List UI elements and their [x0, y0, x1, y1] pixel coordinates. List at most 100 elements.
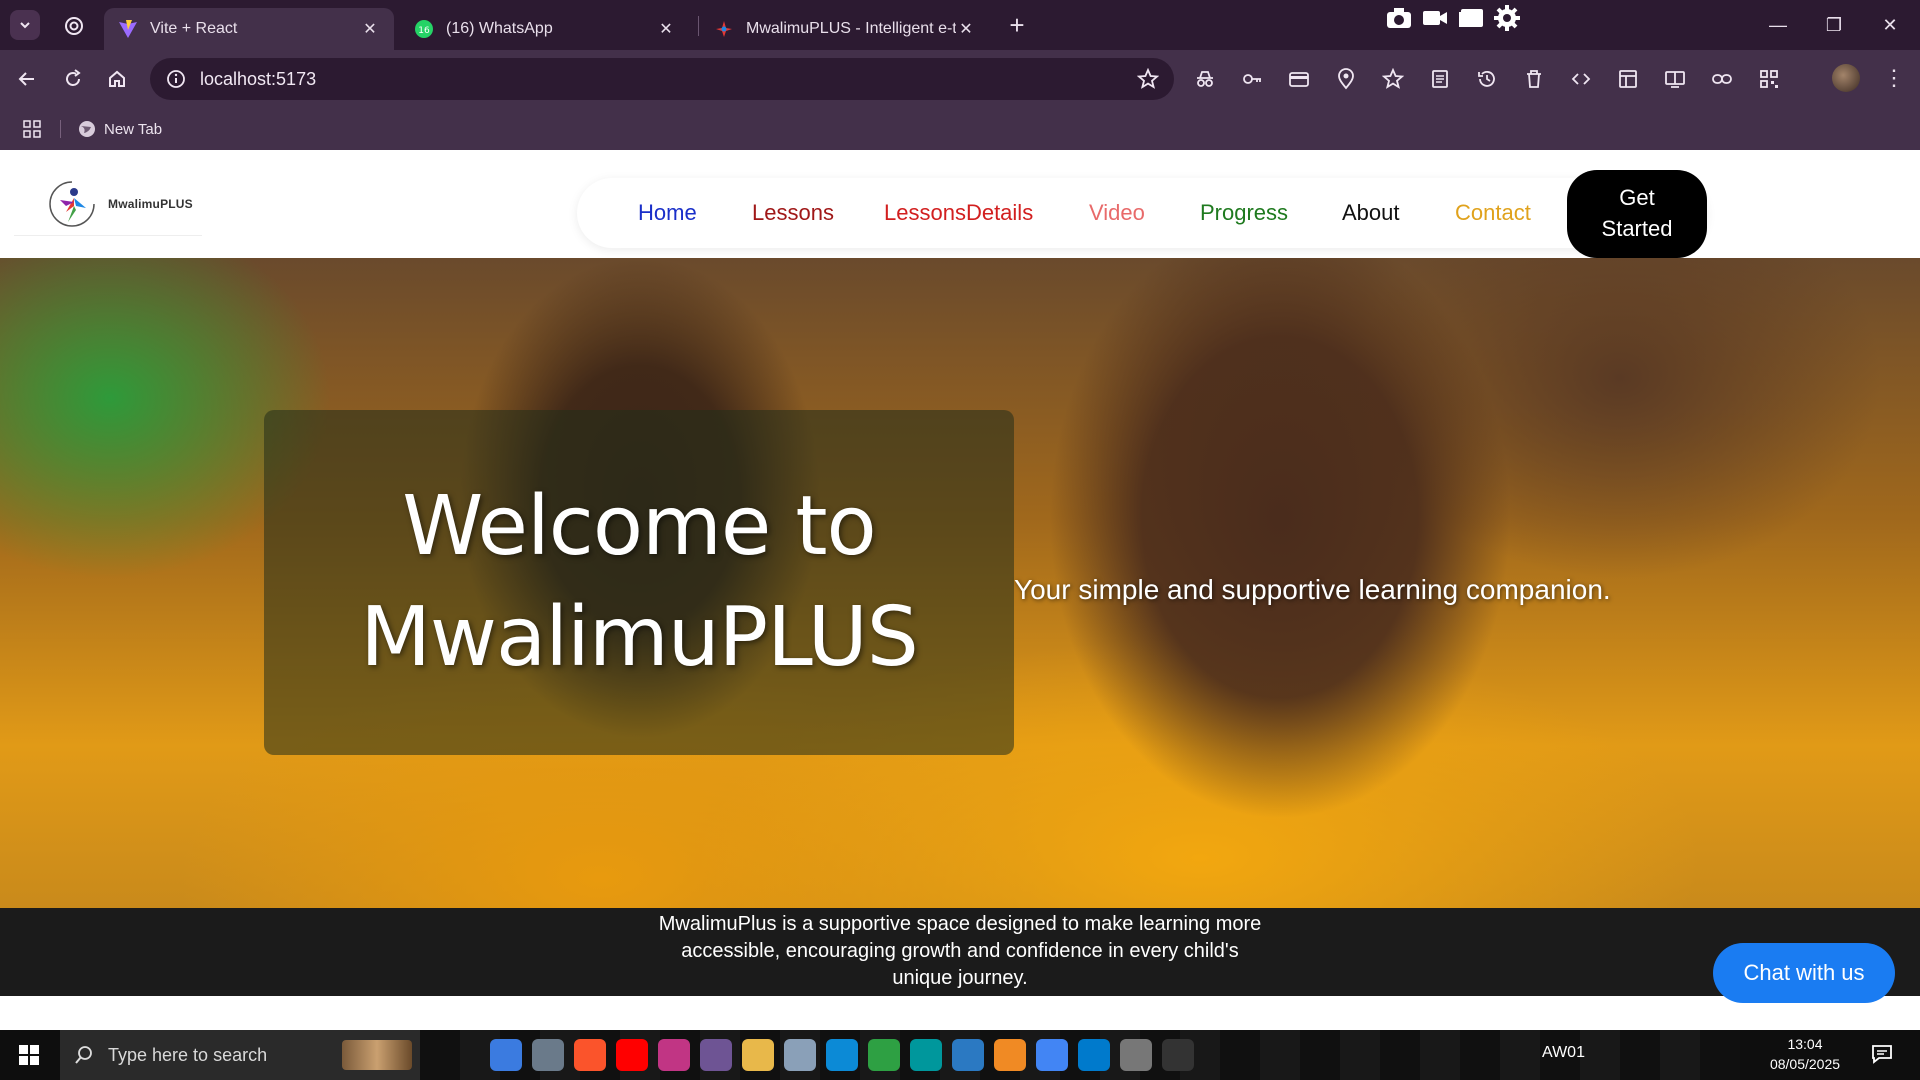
- nav-contact[interactable]: Contact: [1455, 200, 1531, 226]
- site-logo[interactable]: MwalimuPLUS: [14, 172, 202, 236]
- whatsapp-badge: 16: [418, 26, 430, 36]
- vlc-icon[interactable]: [994, 1039, 1026, 1071]
- history-icon[interactable]: [1472, 64, 1502, 94]
- code-icon[interactable]: [1566, 64, 1596, 94]
- location-pin-icon[interactable]: [1331, 64, 1361, 94]
- settings-app-icon[interactable]: [784, 1039, 816, 1071]
- close-window-button[interactable]: ✕: [1862, 0, 1918, 50]
- tab-search-button[interactable]: [10, 10, 40, 40]
- hero-title-card: Welcome to MwalimuPLUS: [264, 410, 1014, 755]
- restore-button[interactable]: ❐: [1806, 0, 1862, 50]
- nav-lessons[interactable]: Lessons: [752, 200, 834, 226]
- edge-icon[interactable]: [826, 1039, 858, 1071]
- start-button[interactable]: [0, 1030, 58, 1080]
- tab-title: Vite + React: [150, 20, 238, 37]
- home-button[interactable]: [102, 64, 132, 94]
- gear-icon[interactable]: [1120, 1039, 1152, 1071]
- qr-code-icon[interactable]: [1754, 64, 1784, 94]
- mwalimuplus-logo-icon: [49, 180, 95, 227]
- close-tab-icon[interactable]: ✕: [956, 19, 976, 39]
- github-icon[interactable]: [700, 1039, 732, 1071]
- tray-label: AW01: [1542, 1044, 1585, 1061]
- nav-video[interactable]: Video: [1089, 200, 1145, 226]
- bookmarks-bar: New Tab: [0, 108, 1920, 150]
- close-tab-icon[interactable]: ✕: [656, 19, 676, 39]
- reload-button[interactable]: [58, 64, 88, 94]
- file-explorer-icon[interactable]: [742, 1039, 774, 1071]
- tab-vite-react[interactable]: Vite + React ✕: [104, 8, 394, 50]
- vscode-icon[interactable]: [1078, 1039, 1110, 1071]
- nav-home[interactable]: Home: [638, 200, 697, 226]
- minimize-button[interactable]: —: [1750, 0, 1806, 50]
- word-icon[interactable]: [952, 1039, 984, 1071]
- hero-subtitle: Your simple and supportive learning comp…: [1014, 574, 1611, 605]
- site-header: MwalimuPLUS Home Lessons LessonsDetails …: [0, 150, 1920, 258]
- profile-avatar[interactable]: [1832, 64, 1860, 92]
- key-icon[interactable]: [1237, 64, 1267, 94]
- url-text[interactable]: localhost:5173: [200, 69, 1136, 90]
- notification-center-icon[interactable]: [1870, 1042, 1896, 1068]
- snipping-tool-icon[interactable]: [532, 1039, 564, 1071]
- nav-progress[interactable]: Progress: [1200, 200, 1288, 226]
- apps-grid-icon[interactable]: [20, 117, 44, 141]
- web-page: MwalimuPLUS Home Lessons LessonsDetails …: [0, 150, 1920, 1030]
- bookmark-new-tab[interactable]: New Tab: [78, 116, 162, 142]
- trash-icon[interactable]: [1519, 64, 1549, 94]
- main-nav: Home Lessons LessonsDetails Video Progre…: [577, 178, 1707, 248]
- openai-icon: [64, 16, 84, 36]
- gear-icon[interactable]: [1493, 4, 1521, 32]
- chrome-icon[interactable]: [1036, 1039, 1068, 1071]
- search-placeholder: Type here to search: [108, 1044, 268, 1065]
- home-icon: [107, 69, 127, 89]
- info-icon[interactable]: [164, 67, 188, 91]
- taskbar-clock[interactable]: 13:04 08/05/2025: [1760, 1034, 1850, 1074]
- layout-icon[interactable]: [1613, 64, 1643, 94]
- chat-with-us-button[interactable]: Chat with us: [1713, 943, 1895, 1003]
- window-capture-icon[interactable]: [1457, 6, 1485, 30]
- hero-title-line-2: MwalimuPLUS: [360, 589, 919, 685]
- favorites-star-icon[interactable]: [1378, 64, 1408, 94]
- nav-about[interactable]: About: [1342, 200, 1400, 226]
- pinned-tab-chatgpt[interactable]: [60, 12, 88, 40]
- tab-mwalimuplus[interactable]: MwalimuPLUS - Intelligent e-tu ✕: [700, 8, 990, 50]
- address-bar[interactable]: localhost:5173: [150, 58, 1174, 100]
- arduino-icon[interactable]: [910, 1039, 942, 1071]
- instagram-icon[interactable]: [658, 1039, 690, 1071]
- new-tab-button[interactable]: +: [1002, 10, 1032, 40]
- bookmarks-divider: [60, 120, 61, 138]
- bookmark-star-icon[interactable]: [1136, 67, 1160, 91]
- about-text: MwalimuPlus is a supportive space design…: [658, 913, 1262, 989]
- capture-toolbar: [1385, 2, 1521, 34]
- windows-logo-icon: [18, 1044, 40, 1066]
- link-icon[interactable]: [1707, 64, 1737, 94]
- nav-lessons-details[interactable]: LessonsDetails: [884, 200, 1033, 226]
- camera-icon[interactable]: [1385, 6, 1413, 30]
- pinned-apps: [490, 1039, 1194, 1071]
- get-started-button[interactable]: Get Started: [1567, 170, 1707, 258]
- hero-title: Welcome to MwalimuPLUS: [360, 472, 919, 693]
- search-highlight-image: [342, 1040, 412, 1070]
- vite-icon: [118, 19, 138, 39]
- reading-list-icon[interactable]: [1425, 64, 1455, 94]
- back-button[interactable]: [12, 64, 42, 94]
- search-icon: [74, 1045, 94, 1065]
- browser-menu-button[interactable]: ⋮: [1880, 64, 1908, 92]
- taskbar-search[interactable]: Type here to search: [60, 1030, 420, 1080]
- cta-line-1: Get: [1619, 185, 1655, 211]
- close-tab-icon[interactable]: ✕: [360, 19, 380, 39]
- database-icon[interactable]: [868, 1039, 900, 1071]
- tab-whatsapp[interactable]: 16 (16) WhatsApp ✕: [400, 8, 690, 50]
- outlook-icon[interactable]: [490, 1039, 522, 1071]
- tab-divider: [698, 16, 699, 36]
- youtube-icon[interactable]: [616, 1039, 648, 1071]
- credit-card-icon[interactable]: [1284, 64, 1314, 94]
- hero-section: Welcome to MwalimuPLUS Your simple and s…: [0, 258, 1920, 908]
- reload-icon: [63, 69, 83, 89]
- terminal-icon[interactable]: [1162, 1039, 1194, 1071]
- brave-icon[interactable]: [574, 1039, 606, 1071]
- mwalimuplus-favicon-icon: [714, 19, 734, 39]
- tab-title: MwalimuPLUS - Intelligent e-tu: [746, 20, 956, 37]
- incognito-icon[interactable]: [1190, 64, 1220, 94]
- split-screen-icon[interactable]: [1660, 64, 1690, 94]
- video-camera-icon[interactable]: [1421, 6, 1449, 30]
